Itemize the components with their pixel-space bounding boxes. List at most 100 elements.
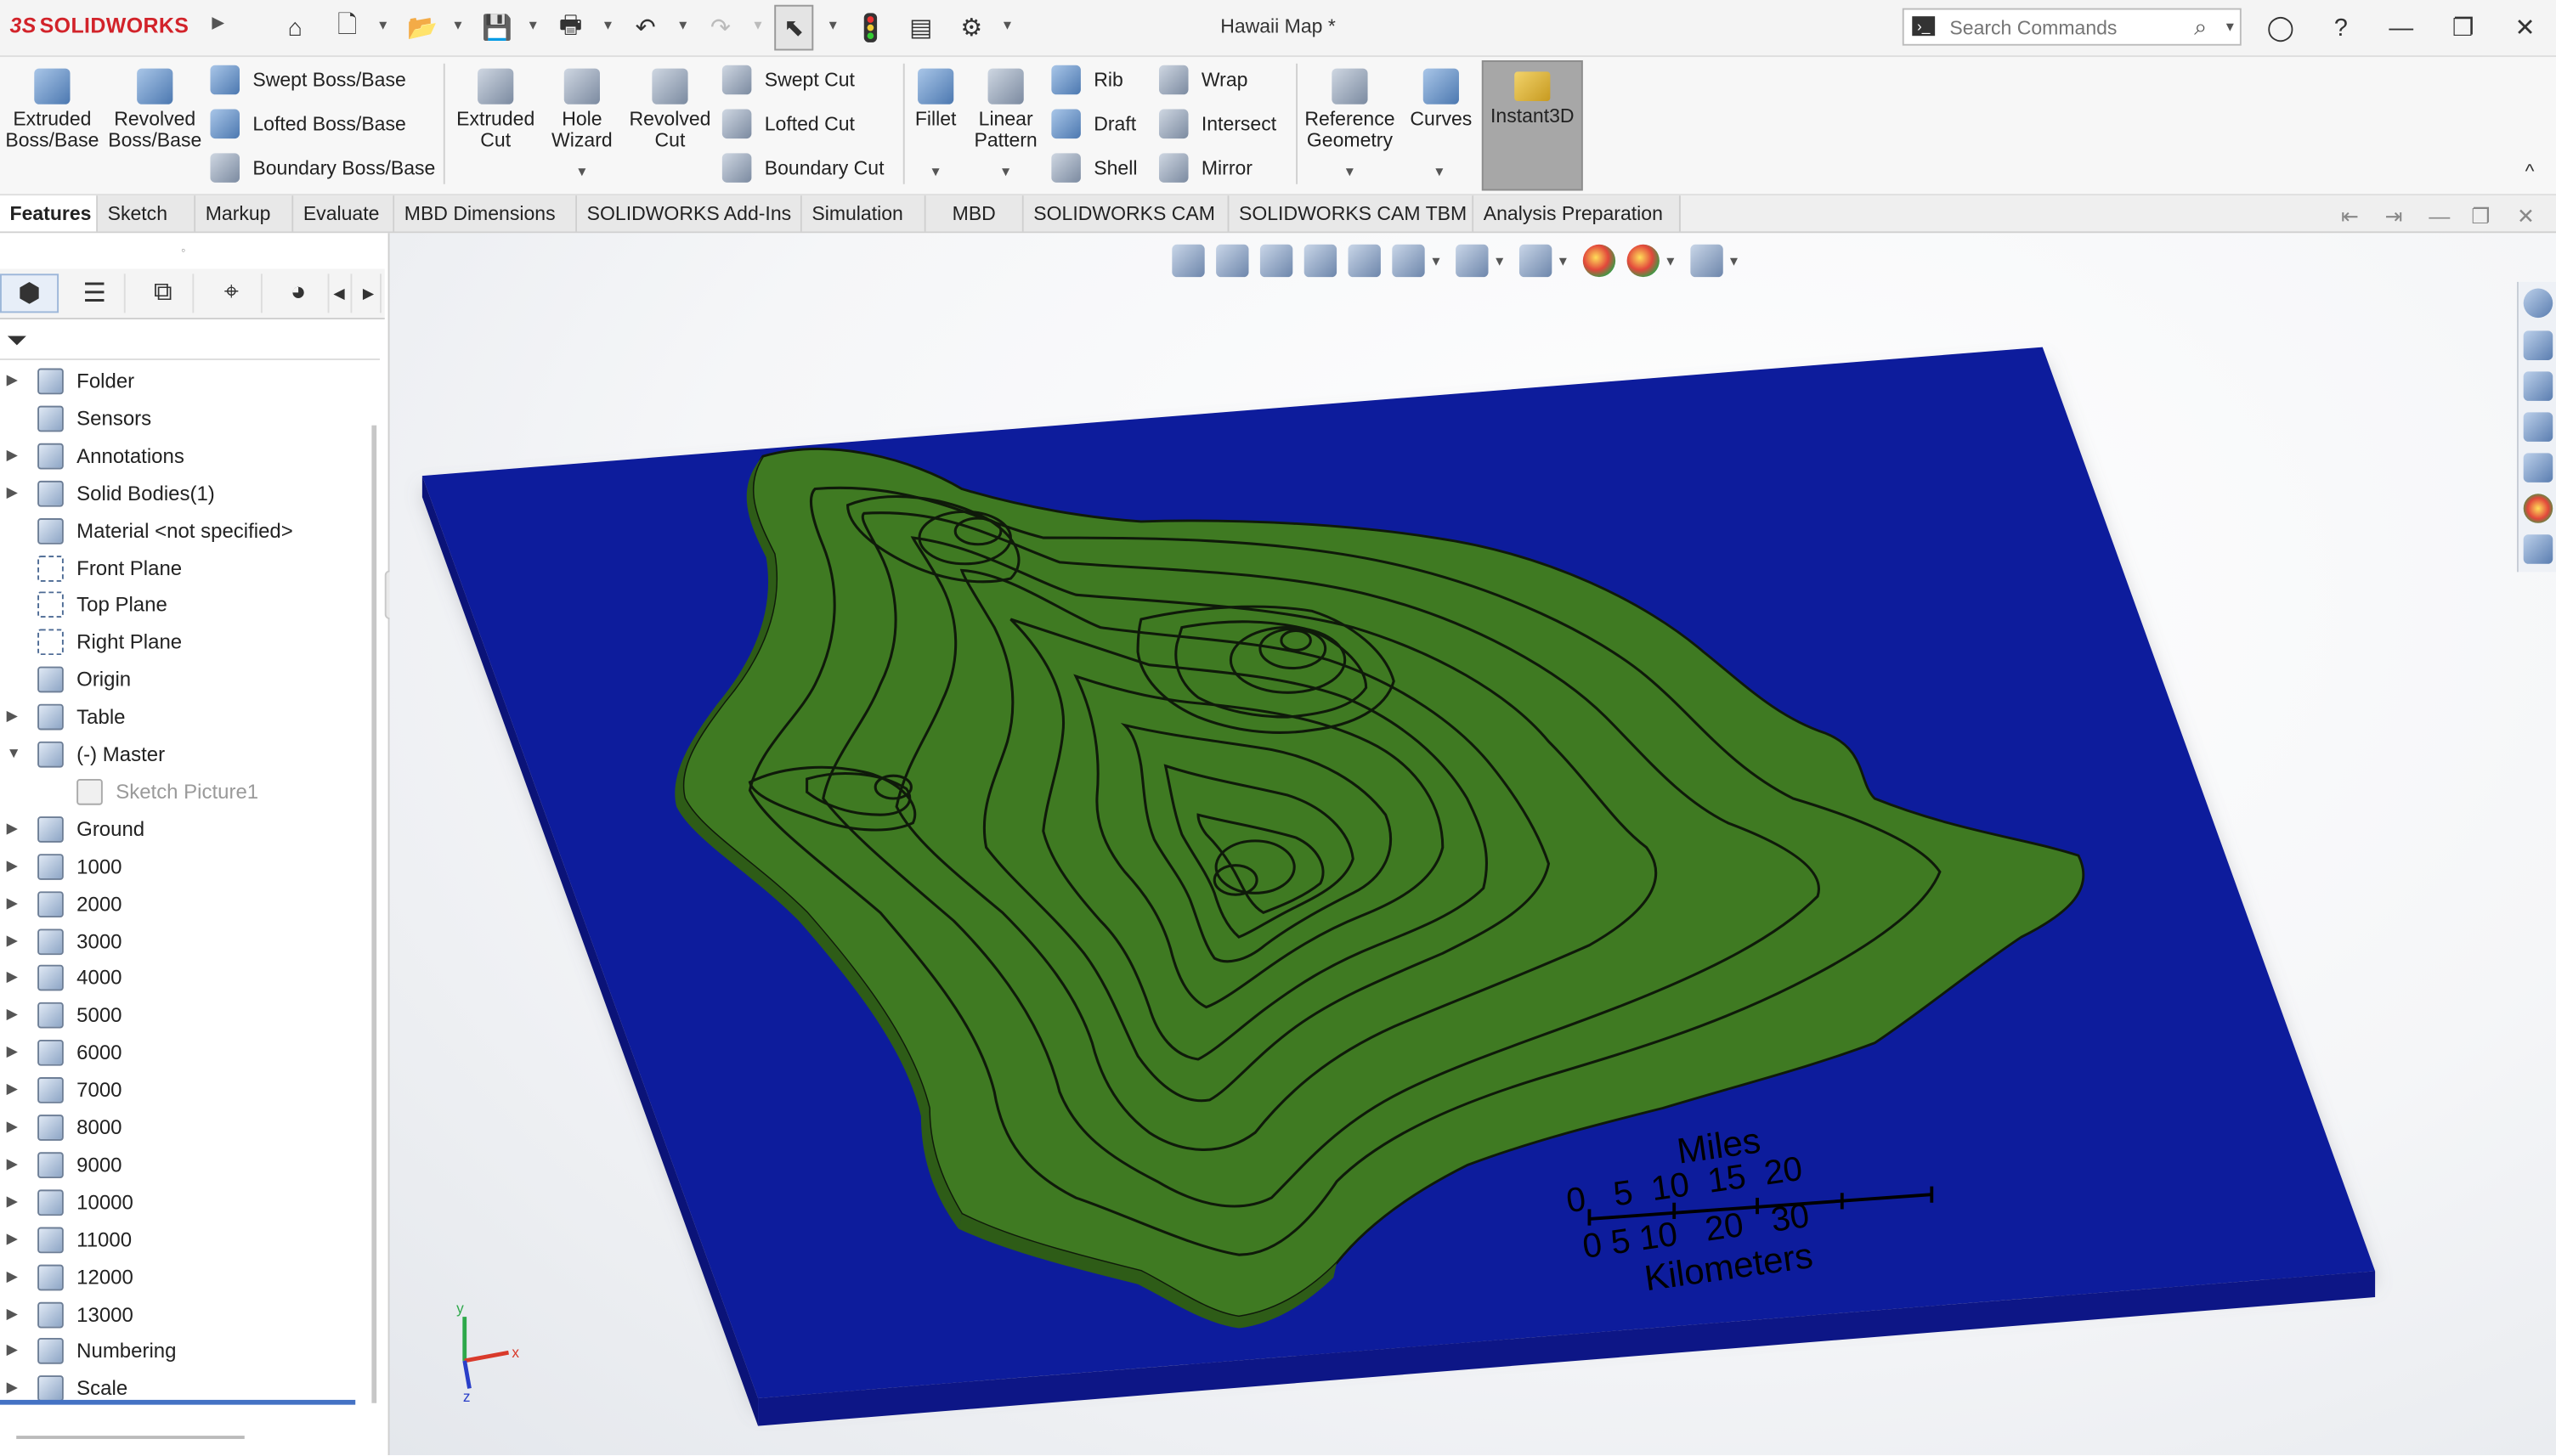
expand-arrow-icon[interactable]: ▶ <box>7 1006 18 1024</box>
tile-left-icon[interactable]: ⇤ <box>2341 204 2359 230</box>
expand-arrow-icon[interactable]: ▶ <box>7 446 18 464</box>
expand-arrow-icon[interactable]: ▶ <box>7 894 18 911</box>
collapse-ribbon-icon[interactable]: ^ <box>2525 160 2535 183</box>
extruded-boss-button[interactable]: Extruded Boss/Base <box>5 62 99 192</box>
expand-arrow-icon[interactable]: ▶ <box>7 1155 18 1173</box>
search-commands-box[interactable]: ›_ ⌕ ▼ <box>1902 8 2242 46</box>
swept-cut-button[interactable]: Swept Cut <box>721 62 855 98</box>
undo-icon[interactable]: ↶ <box>628 10 664 46</box>
expand-arrow-icon[interactable]: ▶ <box>7 820 18 838</box>
tree-item[interactable]: ▼ (-) Master <box>0 736 378 772</box>
select-arrow-icon[interactable]: ⬉ <box>774 4 814 51</box>
search-input[interactable] <box>1946 13 2181 42</box>
save-icon[interactable]: 💾 <box>479 10 515 46</box>
property-manager-tab-icon[interactable]: ☰ <box>65 274 126 313</box>
save-dropdown-icon[interactable]: ▼ <box>527 18 540 32</box>
search-dropdown-icon[interactable]: ▼ <box>2224 20 2236 34</box>
revolved-boss-button[interactable]: Revolved Boss/Base <box>108 62 202 192</box>
home-icon[interactable]: ⌂ <box>277 10 313 46</box>
expand-arrow-icon[interactable]: ▶ <box>7 1230 18 1248</box>
rollback-bar[interactable] <box>0 1399 356 1405</box>
panel-scroll-left-icon[interactable]: ◀ <box>328 274 353 313</box>
linear-pattern-dropdown-icon[interactable]: ▼ <box>999 165 1012 179</box>
tab-solidworks-cam[interactable]: SOLIDWORKS CAM <box>1023 195 1230 232</box>
doc-close-icon[interactable]: ✕ <box>2517 204 2535 230</box>
expand-arrow-icon[interactable]: ▶ <box>7 1081 18 1098</box>
tree-item[interactable]: Right Plane <box>0 624 378 660</box>
tile-right-icon[interactable]: ⇥ <box>2385 204 2403 230</box>
panel-scroll-right-icon[interactable]: ▶ <box>357 274 382 313</box>
lofted-cut-button[interactable]: Lofted Cut <box>721 106 855 142</box>
draft-button[interactable]: Draft <box>1051 106 1136 142</box>
tree-item[interactable]: ▶ Numbering <box>0 1334 378 1369</box>
wrap-button[interactable]: Wrap <box>1158 62 1247 98</box>
tree-item[interactable]: Top Plane <box>0 587 378 623</box>
tab-mbd-dimensions[interactable]: MBD Dimensions <box>394 195 578 232</box>
expand-arrow-icon[interactable]: ▶ <box>7 931 18 949</box>
shell-button[interactable]: Shell <box>1051 150 1137 185</box>
print-dropdown-icon[interactable]: ▼ <box>602 18 614 32</box>
tree-item[interactable]: ▶ Annotations <box>0 438 378 474</box>
expand-arrow-icon[interactable]: ▶ <box>7 1118 18 1136</box>
undo-dropdown-icon[interactable]: ▼ <box>676 18 689 32</box>
tree-item[interactable]: Sketch Picture1 <box>0 774 378 810</box>
tree-item[interactable]: ▶ 12000 <box>0 1259 378 1295</box>
dimxpert-manager-tab-icon[interactable]: ⌖ <box>202 274 263 313</box>
tree-item[interactable]: ▶ 8000 <box>0 1109 378 1145</box>
mirror-button[interactable]: Mirror <box>1158 150 1253 185</box>
tree-item[interactable]: ▶ 13000 <box>0 1296 378 1332</box>
collapse-arrow-icon[interactable]: ▼ <box>7 745 21 761</box>
expand-arrow-icon[interactable]: ▶ <box>7 483 18 501</box>
print-icon[interactable]: 🖶 <box>552 10 588 46</box>
new-dropdown-icon[interactable]: ▼ <box>376 18 389 32</box>
extruded-cut-button[interactable]: Extruded Cut <box>449 62 543 192</box>
expand-arrow-icon[interactable]: ▶ <box>7 1193 18 1211</box>
expand-arrow-icon[interactable]: ▶ <box>7 1342 18 1360</box>
tree-item[interactable]: ▶ Solid Bodies(1) <box>0 476 378 511</box>
swept-boss-button[interactable]: Swept Boss/Base <box>210 62 406 98</box>
tree-item[interactable]: ▶ 4000 <box>0 961 378 996</box>
lofted-boss-button[interactable]: Lofted Boss/Base <box>210 106 406 142</box>
restore-icon[interactable]: ❐ <box>2444 10 2483 46</box>
curves-dropdown-icon[interactable]: ▼ <box>1433 165 1445 179</box>
tree-scrollbar[interactable] <box>371 425 377 1403</box>
expand-arrow-icon[interactable]: ▶ <box>7 1305 18 1323</box>
open-folder-icon[interactable]: 📂 <box>404 10 440 46</box>
tab-simulation[interactable]: Simulation <box>801 195 926 232</box>
open-dropdown-icon[interactable]: ▼ <box>451 18 464 32</box>
feature-manager-tab-icon[interactable]: ⬢ <box>0 274 59 313</box>
close-icon[interactable]: ✕ <box>2506 10 2545 46</box>
boundary-cut-button[interactable]: Boundary Cut <box>721 150 885 185</box>
options-gear-icon[interactable]: ⚙ <box>953 10 989 46</box>
tree-item[interactable]: Sensors <box>0 401 378 437</box>
intersect-button[interactable]: Intersect <box>1158 106 1276 142</box>
graphics-area[interactable]: ▼ ▼ ▼ ▼ ▼ Miles 0 5 10 15 20 0 5 10 20 3… <box>389 233 2556 1456</box>
tree-item[interactable]: ▶ Folder <box>0 364 378 399</box>
tab-markup[interactable]: Markup <box>195 195 294 232</box>
tab-features[interactable]: Features <box>0 195 99 232</box>
expand-arrow-icon[interactable]: ▶ <box>7 1267 18 1285</box>
reference-geometry-dropdown-icon[interactable]: ▼ <box>1343 165 1356 179</box>
instant3d-button[interactable]: Instant3D <box>1481 59 1583 191</box>
tree-item[interactable]: ▶ 5000 <box>0 998 378 1034</box>
expand-arrow-icon[interactable]: ▶ <box>7 856 18 874</box>
minimize-icon[interactable]: — <box>2382 10 2421 46</box>
redo-icon[interactable]: ↷ <box>703 10 738 46</box>
file-properties-icon[interactable]: ▤ <box>903 10 939 46</box>
configuration-manager-tab-icon[interactable]: ⧉ <box>133 274 195 313</box>
boundary-boss-button[interactable]: Boundary Boss/Base <box>210 150 435 185</box>
tab-solidworks-addins[interactable]: SOLIDWORKS Add-Ins <box>577 195 802 232</box>
tree-item[interactable]: Origin <box>0 662 378 697</box>
tab-evaluate[interactable]: Evaluate <box>293 195 395 232</box>
expand-arrow-icon[interactable]: ▶ <box>7 968 18 986</box>
expand-arrow-icon[interactable]: ▶ <box>7 1380 18 1397</box>
tree-item[interactable]: ▶ 10000 <box>0 1184 378 1220</box>
expand-arrow-icon[interactable]: ▶ <box>7 708 18 725</box>
search-icon[interactable]: ⌕ <box>2194 13 2207 41</box>
menu-expand-arrow[interactable]: ▶ <box>212 14 224 32</box>
user-icon[interactable]: ◯ <box>2261 10 2300 46</box>
tree-item[interactable]: ▶ 9000 <box>0 1147 378 1182</box>
options-dropdown-icon[interactable]: ▼ <box>1001 18 1014 32</box>
tree-item[interactable]: ▶ 6000 <box>0 1036 378 1071</box>
help-icon[interactable]: ? <box>2321 10 2361 46</box>
